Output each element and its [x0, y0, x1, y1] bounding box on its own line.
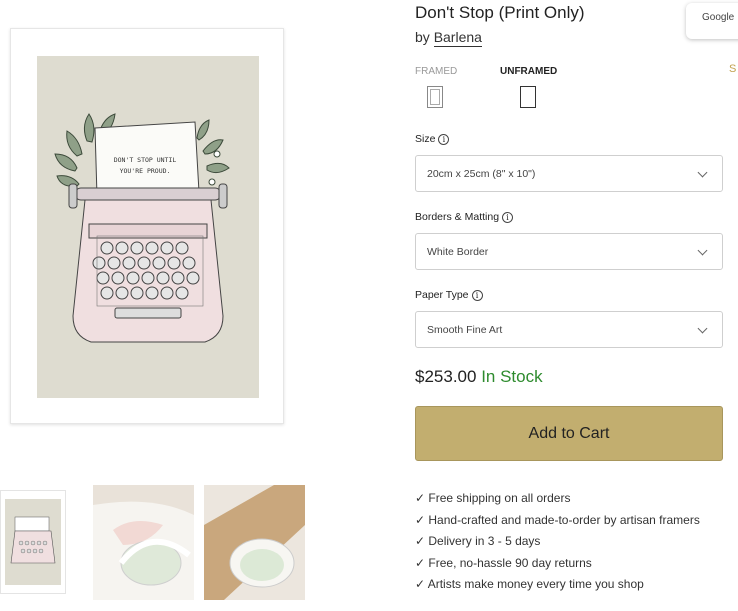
size-select[interactable]: 20cm x 25cm (8" x 10") — [415, 155, 723, 192]
price-row: $253.00 In Stock — [415, 367, 543, 387]
by-prefix: by — [415, 29, 430, 45]
typewriter-illustration: DON'T STOP UNTIL YOU'RE PROUD. — [54, 113, 230, 343]
thumbnail-rolled-print[interactable] — [93, 485, 194, 600]
thumbnail-front[interactable] — [0, 490, 66, 594]
stock-status: In Stock — [481, 367, 543, 386]
info-icon[interactable]: i — [502, 211, 514, 223]
list-item: ✓ Free, no-hassle 90 day returns — [415, 555, 592, 570]
framed-option[interactable]: FRAMED — [415, 66, 458, 108]
thumbnail-tube[interactable] — [204, 485, 305, 600]
google-translate-tab[interactable]: Google — [686, 3, 738, 39]
price: $253.00 — [415, 367, 477, 386]
list-item: ✓ Artists make money every time you shop — [415, 577, 644, 591]
artist-link[interactable]: Barlena — [433, 29, 482, 47]
main-product-image[interactable]: DON'T STOP UNTIL YOU'RE PROUD. — [10, 28, 284, 424]
list-item: ✓ Free shipping on all orders — [415, 491, 571, 505]
borders-label: Borders & Matting i — [415, 211, 514, 223]
thumbnail-image — [93, 485, 194, 600]
chevron-down-icon — [697, 167, 708, 178]
size-label: Size i — [415, 133, 450, 145]
borders-select[interactable]: White Border — [415, 233, 723, 270]
add-to-cart-button[interactable]: Add to Cart — [415, 406, 723, 461]
borders-label-text: Borders & Matting — [415, 211, 500, 223]
unframed-icon — [520, 86, 536, 108]
borders-select-value: White Border — [427, 246, 489, 258]
artwork: DON'T STOP UNTIL YOU'RE PROUD. — [37, 56, 259, 398]
list-item: ✓ Hand-crafted and made-to-order by arti… — [415, 512, 700, 527]
paper-type-select-value: Smooth Fine Art — [427, 324, 503, 336]
artist-byline: by Barlena — [415, 29, 482, 47]
unframed-option[interactable]: UNFRAMED — [500, 66, 558, 108]
product-title: Don't Stop (Print Only) — [415, 3, 585, 22]
feature-list: ✓ Free shipping on all orders ✓ Hand-cra… — [415, 491, 700, 599]
unframed-option-label: UNFRAMED — [500, 66, 558, 77]
paper-type-select[interactable]: Smooth Fine Art — [415, 311, 723, 348]
side-edge-glyph: S — [729, 63, 737, 75]
info-icon[interactable]: i — [438, 133, 450, 145]
thumbnail-image — [204, 485, 305, 600]
paper-type-label: Paper Type i — [415, 289, 483, 301]
size-label-text: Size — [415, 133, 436, 145]
info-icon[interactable]: i — [471, 289, 483, 301]
list-item: ✓ Delivery in 3 - 5 days — [415, 534, 541, 548]
art-text-line2: YOU'RE PROUD. — [120, 167, 171, 175]
art-text-line1: DON'T STOP UNTIL — [114, 156, 177, 164]
chevron-down-icon — [697, 323, 708, 334]
framed-icon — [427, 86, 443, 108]
chevron-down-icon — [697, 245, 708, 256]
size-select-value: 20cm x 25cm (8" x 10") — [427, 168, 536, 180]
framed-option-label: FRAMED — [415, 66, 458, 77]
thumbnail-image — [5, 499, 61, 585]
paper-type-label-text: Paper Type — [415, 289, 469, 301]
